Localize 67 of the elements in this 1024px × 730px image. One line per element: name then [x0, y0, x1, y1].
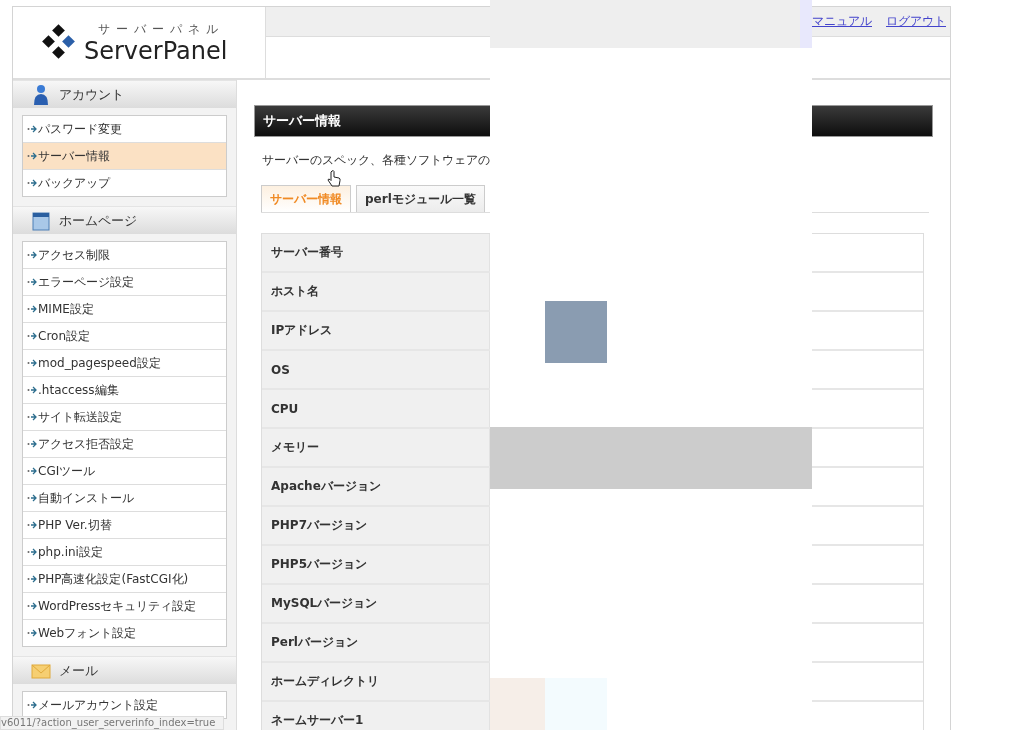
sidebar-item[interactable]: エラーページ設定: [23, 268, 226, 295]
placeholder-block: [545, 301, 607, 363]
arrow-icon: [27, 575, 37, 583]
person-icon: [31, 83, 51, 106]
arrow-icon: [27, 701, 37, 709]
sidebar-item[interactable]: サーバー情報: [23, 142, 226, 169]
arrow-icon: [27, 548, 37, 556]
sidebar-item[interactable]: WordPressセキュリティ設定: [23, 592, 226, 619]
sidebar-item[interactable]: Webフォント設定: [23, 619, 226, 646]
sidebar-item[interactable]: Cron設定: [23, 322, 226, 349]
arrow-icon: [27, 152, 37, 160]
section-title: メール: [59, 661, 98, 680]
sidebar-item[interactable]: 自動インストール: [23, 484, 226, 511]
arrow-icon: [27, 440, 37, 448]
sidebar-item[interactable]: mod_pagespeed設定: [23, 349, 226, 376]
logo-wordmark: ServerPanel: [84, 38, 228, 64]
diamond-logo-icon: [40, 23, 78, 62]
arrow-icon: [27, 494, 37, 502]
table-header-cell: PHP7バージョン: [262, 507, 491, 544]
sidebar-item[interactable]: PHP高速化設定(FastCGI化): [23, 565, 226, 592]
table-header-cell: ネームサーバー1: [262, 702, 491, 730]
table-header-cell: ホスト名: [262, 273, 491, 310]
arrow-icon: [27, 359, 37, 367]
description-text: サーバーのスペック、各種ソフトウェアの: [262, 152, 490, 169]
arrow-icon: [27, 179, 37, 187]
header-link[interactable]: マニュアル: [812, 13, 872, 30]
table-header-cell: サーバー番号: [262, 234, 491, 271]
table-header-cell: MySQLバージョン: [262, 585, 491, 622]
table-header-cell: IPアドレス: [262, 312, 491, 349]
table-header-cell: OS: [262, 351, 491, 388]
sidebar-item[interactable]: MIME設定: [23, 295, 226, 322]
arrow-icon: [27, 386, 37, 394]
logo-subtitle: サーバーパネル: [98, 21, 225, 38]
sidebar-item[interactable]: サイト転送設定: [23, 403, 226, 430]
sidebar-item[interactable]: パスワード変更: [23, 116, 226, 142]
table-header-cell: CPU: [262, 390, 491, 427]
window-icon: [31, 209, 51, 232]
section-title: アカウント: [59, 85, 124, 104]
hand-cursor-icon: [327, 170, 341, 187]
sidebar-item[interactable]: PHP Ver.切替: [23, 511, 226, 538]
link-url-tooltip: v6011/?action_user_serverinfo_index=true: [0, 716, 225, 730]
arrow-icon: [27, 602, 37, 610]
arrow-icon: [27, 629, 37, 637]
sidebar-item[interactable]: .htaccess編集: [23, 376, 226, 403]
sidebar-item[interactable]: php.ini設定: [23, 538, 226, 565]
arrow-icon: [27, 467, 37, 475]
sidebar-item[interactable]: CGIツール: [23, 457, 226, 484]
table-header-cell: メモリー: [262, 429, 491, 466]
arrow-icon: [27, 413, 37, 421]
arrow-icon: [27, 125, 37, 133]
arrow-icon: [27, 278, 37, 286]
sidebar-item[interactable]: バックアップ: [23, 169, 226, 196]
placeholder-block: [490, 678, 545, 730]
sidebar-item[interactable]: アクセス拒否設定: [23, 430, 226, 457]
header-link[interactable]: ログアウト: [886, 13, 946, 30]
arrow-icon: [27, 251, 37, 259]
arrow-icon: [27, 521, 37, 529]
section-title: ホームページ: [59, 211, 137, 230]
arrow-icon: [27, 332, 37, 340]
sidebar-item[interactable]: アクセス制限: [23, 242, 226, 268]
table-header-cell: Apacheバージョン: [262, 468, 491, 505]
arrow-icon: [27, 305, 37, 313]
table-header-cell: ホームディレクトリ: [262, 663, 491, 700]
table-header-cell: PHP5バージョン: [262, 546, 491, 583]
table-header-cell: Perlバージョン: [262, 624, 491, 661]
tab[interactable]: perlモジュール一覧: [356, 185, 485, 212]
sidebar-item[interactable]: メールアカウント設定: [23, 692, 226, 718]
